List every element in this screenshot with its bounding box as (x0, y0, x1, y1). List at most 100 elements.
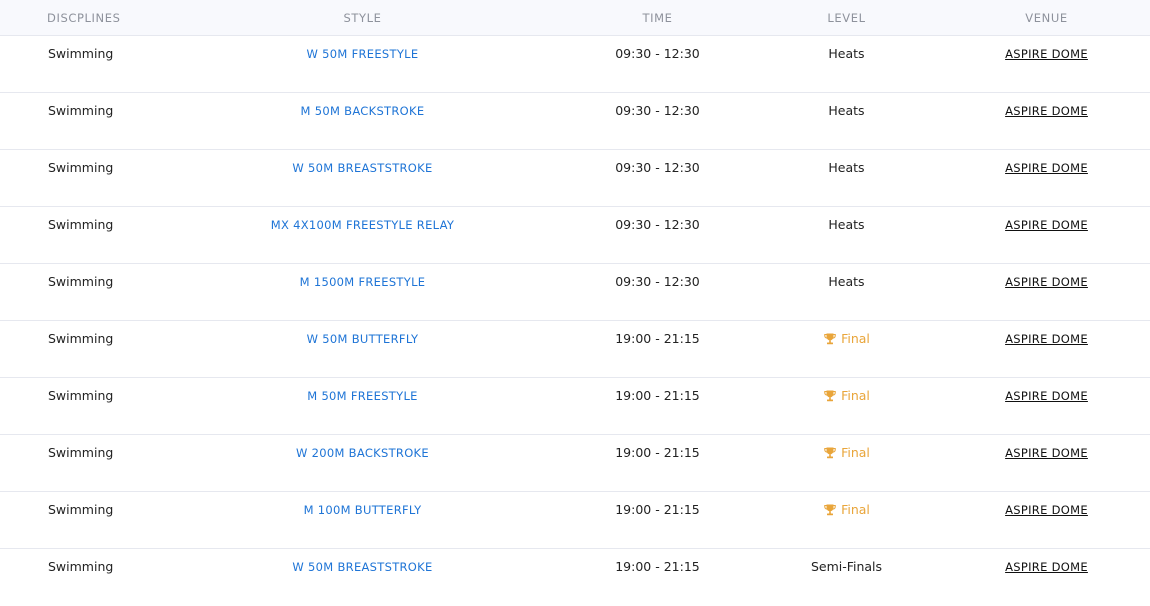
style-cell: W 200M BACKSTROKE (160, 435, 565, 461)
time-cell: 09:30 - 12:30 (615, 46, 700, 61)
venue-link[interactable]: ASPIRE DOME (1005, 275, 1088, 289)
schedule-table: DISCPLINES STYLE TIME LEVEL VENUE Swimmi… (0, 0, 1150, 606)
level-cell: Heats (828, 274, 865, 289)
style-cell: W 50M BUTTERFLY (160, 321, 565, 347)
table-row: Swimming MX 4X100M FREESTYLE RELAY 09:30… (0, 207, 1150, 264)
discipline-cell: Swimming (48, 331, 114, 346)
header-level: LEVEL (827, 10, 866, 25)
style-cell: W 50M BREASTSTROKE (160, 150, 565, 176)
time-cell: 19:00 - 21:15 (615, 445, 700, 460)
time-cell: 09:30 - 12:30 (615, 217, 700, 232)
level-cell: Final (750, 321, 943, 350)
time-cell: 19:00 - 21:15 (615, 502, 700, 517)
style-link[interactable]: W 50M BREASTSTROKE (292, 161, 432, 175)
venue-link[interactable]: ASPIRE DOME (1005, 218, 1088, 232)
header-venue: VENUE (1025, 10, 1068, 25)
venue-link[interactable]: ASPIRE DOME (1005, 332, 1088, 346)
table-row: Swimming W 200M BACKSTROKE 19:00 - 21:15… (0, 435, 1150, 492)
table-header: DISCPLINES STYLE TIME LEVEL VENUE (0, 0, 1150, 36)
final-level: Final (823, 331, 870, 347)
level-cell: Heats (828, 217, 865, 232)
style-cell: MX 4X100M FREESTYLE RELAY (160, 207, 565, 233)
table-row: Swimming M 100M BUTTERFLY 19:00 - 21:15 … (0, 492, 1150, 549)
level-cell: Heats (828, 103, 865, 118)
venue-cell: ASPIRE DOME (943, 207, 1150, 233)
style-link[interactable]: M 50M BACKSTROKE (301, 104, 425, 118)
venue-cell: ASPIRE DOME (943, 264, 1150, 290)
level-label: Final (841, 388, 870, 403)
venue-link[interactable]: ASPIRE DOME (1005, 560, 1088, 574)
table-row: Swimming W 50M BUTTERFLY 19:00 - 21:15 F… (0, 321, 1150, 378)
discipline-cell: Swimming (48, 559, 114, 574)
style-link[interactable]: MX 4X100M FREESTYLE RELAY (271, 218, 454, 232)
time-cell: 09:30 - 12:30 (615, 103, 700, 118)
header-style: STYLE (343, 10, 382, 25)
discipline-cell: Swimming (48, 445, 114, 460)
discipline-cell: Swimming (48, 274, 114, 289)
venue-link[interactable]: ASPIRE DOME (1005, 161, 1088, 175)
trophy-icon (823, 503, 837, 517)
table-body: Swimming W 50M FREESTYLE 09:30 - 12:30 H… (0, 36, 1150, 606)
level-label: Final (841, 331, 870, 346)
style-cell: M 50M BACKSTROKE (160, 93, 565, 119)
style-cell: M 1500M FREESTYLE (160, 264, 565, 290)
table-row: Swimming W 50M BREASTSTROKE 19:00 - 21:1… (0, 549, 1150, 606)
venue-cell: ASPIRE DOME (943, 549, 1150, 575)
final-level: Final (823, 445, 870, 461)
venue-cell: ASPIRE DOME (943, 150, 1150, 176)
level-cell: Final (750, 378, 943, 407)
level-cell: Final (750, 435, 943, 464)
final-level: Final (823, 502, 870, 518)
style-cell: M 100M BUTTERFLY (160, 492, 565, 518)
level-cell: Heats (828, 160, 865, 175)
table-row: Swimming W 50M FREESTYLE 09:30 - 12:30 H… (0, 36, 1150, 93)
discipline-cell: Swimming (48, 502, 114, 517)
venue-cell: ASPIRE DOME (943, 492, 1150, 518)
final-level: Final (823, 388, 870, 404)
trophy-icon (823, 446, 837, 460)
table-row: Swimming M 50M BACKSTROKE 09:30 - 12:30 … (0, 93, 1150, 150)
venue-cell: ASPIRE DOME (943, 378, 1150, 404)
time-cell: 19:00 - 21:15 (615, 388, 700, 403)
header-discipline: DISCPLINES (47, 10, 121, 25)
venue-cell: ASPIRE DOME (943, 321, 1150, 347)
venue-cell: ASPIRE DOME (943, 36, 1150, 62)
level-cell: Heats (828, 46, 865, 61)
table-row: Swimming W 50M BREASTSTROKE 09:30 - 12:3… (0, 150, 1150, 207)
trophy-icon (823, 389, 837, 403)
table-row: Swimming M 1500M FREESTYLE 09:30 - 12:30… (0, 264, 1150, 321)
style-cell: W 50M BREASTSTROKE (160, 549, 565, 575)
discipline-cell: Swimming (48, 103, 114, 118)
style-cell: M 50M FREESTYLE (160, 378, 565, 404)
time-cell: 19:00 - 21:15 (615, 331, 700, 346)
time-cell: 19:00 - 21:15 (615, 559, 700, 574)
style-link[interactable]: W 50M FREESTYLE (307, 47, 419, 61)
venue-link[interactable]: ASPIRE DOME (1005, 389, 1088, 403)
venue-cell: ASPIRE DOME (943, 435, 1150, 461)
style-link[interactable]: W 50M BUTTERFLY (307, 332, 419, 346)
time-cell: 09:30 - 12:30 (615, 160, 700, 175)
discipline-cell: Swimming (48, 388, 114, 403)
style-link[interactable]: M 1500M FREESTYLE (300, 275, 426, 289)
level-cell: Semi-Finals (810, 559, 883, 574)
style-link[interactable]: M 100M BUTTERFLY (304, 503, 422, 517)
venue-cell: ASPIRE DOME (943, 93, 1150, 119)
time-cell: 09:30 - 12:30 (615, 274, 700, 289)
level-label: Final (841, 445, 870, 460)
discipline-cell: Swimming (48, 160, 114, 175)
level-cell: Final (750, 492, 943, 521)
venue-link[interactable]: ASPIRE DOME (1005, 47, 1088, 61)
header-time: TIME (642, 10, 673, 25)
style-cell: W 50M FREESTYLE (160, 36, 565, 62)
table-row: Swimming M 50M FREESTYLE 19:00 - 21:15 F… (0, 378, 1150, 435)
style-link[interactable]: M 50M FREESTYLE (307, 389, 417, 403)
style-link[interactable]: W 200M BACKSTROKE (296, 446, 429, 460)
venue-link[interactable]: ASPIRE DOME (1005, 446, 1088, 460)
venue-link[interactable]: ASPIRE DOME (1005, 104, 1088, 118)
trophy-icon (823, 332, 837, 346)
venue-link[interactable]: ASPIRE DOME (1005, 503, 1088, 517)
discipline-cell: Swimming (48, 217, 114, 232)
level-label: Final (841, 502, 870, 517)
style-link[interactable]: W 50M BREASTSTROKE (292, 560, 432, 574)
discipline-cell: Swimming (48, 46, 114, 61)
